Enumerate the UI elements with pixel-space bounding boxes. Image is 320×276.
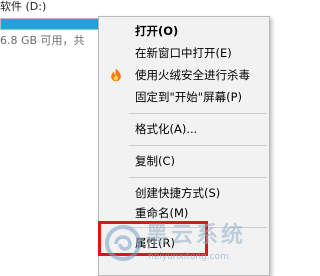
menu-separator [129,177,267,178]
menu-item-huorong-scan[interactable]: 使用火绒安全进行杀毒 [99,65,269,85]
menu-item-format[interactable]: 格式化(A)... [99,119,269,139]
drive-tile-d[interactable]: 软件 (D:) 6.8 GB 可用，共 [0,0,106,64]
drive-usage-fill [1,19,99,29]
menu-item-rename[interactable]: 重命名(M) [99,203,269,223]
menu-item-format-label: 格式化(A)... [135,122,198,136]
menu-separator [129,113,267,114]
menu-separator [129,145,267,146]
menu-item-open-new-window[interactable]: 在新窗口中打开(E) [99,43,269,63]
menu-item-pin-to-start-label: 固定到"开始"屏幕(P) [135,90,242,104]
properties-highlight-box [98,221,208,256]
drive-usage-bar [0,18,104,30]
menu-item-create-shortcut-label: 创建快捷方式(S) [135,186,221,200]
menu-item-open-new-window-label: 在新窗口中打开(E) [135,46,232,60]
menu-item-copy-label: 复制(C) [135,154,176,168]
menu-item-copy[interactable]: 复制(C) [99,151,269,171]
menu-item-huorong-scan-label: 使用火绒安全进行杀毒 [135,68,250,82]
huorong-flame-icon [109,68,123,82]
menu-item-open[interactable]: 打开(O) [99,21,269,41]
menu-item-rename-label: 重命名(M) [135,206,189,220]
menu-item-open-label: 打开(O) [135,24,179,38]
menu-item-create-shortcut[interactable]: 创建快捷方式(S) [99,183,269,203]
drive-name: 软件 (D:) [0,0,47,13]
drive-free-space: 6.8 GB 可用，共 [0,34,85,47]
menu-item-pin-to-start[interactable]: 固定到"开始"屏幕(P) [99,87,269,107]
